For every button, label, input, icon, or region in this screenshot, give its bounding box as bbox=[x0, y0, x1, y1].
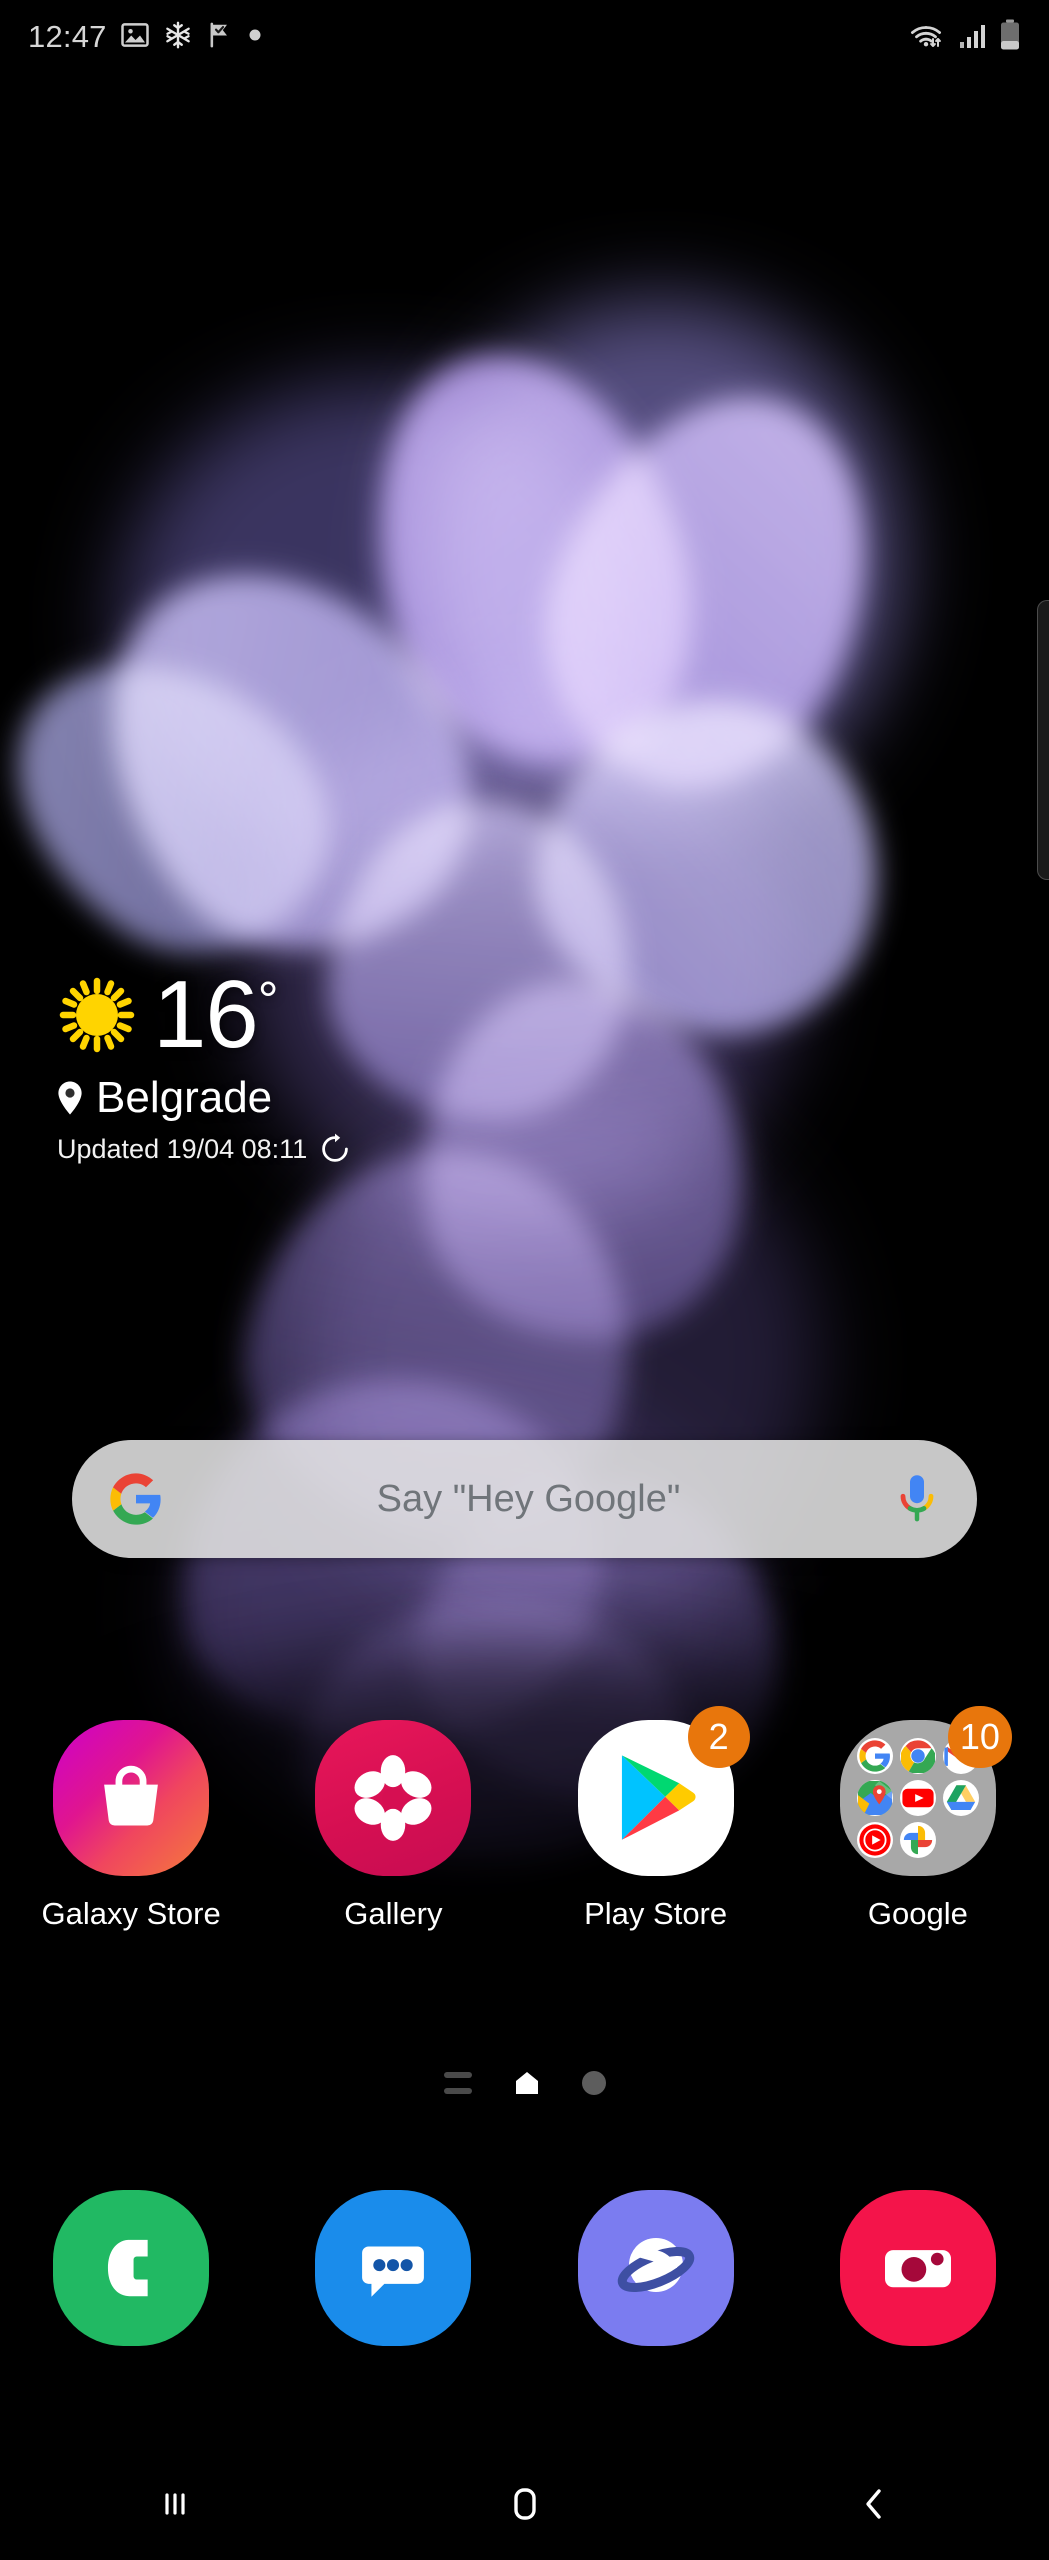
weather-location-row: Belgrade bbox=[55, 1073, 351, 1123]
galaxy-store-icon-wrap bbox=[53, 1720, 210, 1876]
degree-symbol: ° bbox=[257, 972, 279, 1031]
microphone-icon[interactable] bbox=[893, 1471, 941, 1527]
status-bar-left: 12:47 bbox=[28, 19, 263, 55]
location-pin-icon bbox=[55, 1080, 85, 1116]
refresh-icon[interactable] bbox=[319, 1133, 351, 1165]
maps-icon bbox=[856, 1780, 893, 1816]
google-folder-icon-wrap: 10 bbox=[839, 1706, 1012, 1876]
dock-app-camera[interactable] bbox=[787, 2190, 1049, 2346]
galaxy-store-icon bbox=[53, 1720, 210, 1876]
home-icon[interactable] bbox=[350, 2448, 700, 2560]
weather-updated-text: Updated 19/04 08:11 bbox=[57, 1133, 308, 1164]
app-label: Google bbox=[867, 1896, 968, 1931]
app-label: Play Store bbox=[584, 1896, 728, 1931]
phone-icon bbox=[53, 2190, 210, 2346]
page-indicator bbox=[0, 2070, 1049, 2096]
cellular-signal-icon bbox=[958, 20, 988, 55]
dock bbox=[0, 2190, 1049, 2346]
youtube-icon bbox=[899, 1780, 936, 1816]
wallpaper bbox=[0, 0, 1049, 2560]
photos-icon bbox=[899, 1822, 936, 1858]
sun-icon bbox=[47, 965, 147, 1065]
app-google-folder[interactable]: 10 Google bbox=[787, 1706, 1049, 1932]
youtube-music-icon bbox=[856, 1822, 893, 1858]
status-bar: 12:47 bbox=[0, 0, 1049, 74]
navigation-bar bbox=[0, 2448, 1049, 2560]
messages-icon bbox=[315, 2190, 472, 2346]
weather-updated-row: Updated 19/04 08:11 bbox=[57, 1133, 351, 1165]
app-play-store[interactable]: 2 Play Store bbox=[525, 1706, 787, 1932]
dock-app-internet[interactable] bbox=[525, 2190, 787, 2346]
weather-widget[interactable]: 16 ° Belgrade Updated 19/04 08:11 bbox=[47, 965, 351, 1165]
samsung-internet-icon bbox=[577, 2190, 734, 2346]
search-placeholder-text: Say "Hey Google" bbox=[376, 1477, 681, 1520]
app-grid: Galaxy Store Gallery 2 Play Store 10 Goo… bbox=[0, 1706, 1049, 1932]
dock-app-phone[interactable] bbox=[0, 2190, 262, 2346]
temperature-value: 16 bbox=[153, 961, 259, 1069]
google-folder-badge: 10 bbox=[947, 1706, 1012, 1768]
app-label: Galaxy Store bbox=[41, 1896, 221, 1931]
snowflake-icon bbox=[163, 20, 193, 55]
app-galaxy-store[interactable]: Galaxy Store bbox=[0, 1720, 262, 1932]
weather-city: Belgrade bbox=[96, 1073, 273, 1122]
play-store-badge: 2 bbox=[687, 1706, 750, 1768]
drive-icon bbox=[943, 1780, 980, 1816]
app-label: Gallery bbox=[344, 1896, 443, 1931]
google-g-icon bbox=[108, 1471, 164, 1527]
back-icon[interactable] bbox=[699, 2448, 1049, 2560]
page-dot[interactable] bbox=[581, 2071, 606, 2095]
recents-icon[interactable] bbox=[0, 2448, 350, 2560]
play-store-icon-wrap: 2 bbox=[577, 1706, 750, 1876]
gallery-icon-wrap bbox=[315, 1720, 472, 1876]
apps-page-icon[interactable] bbox=[443, 2072, 472, 2094]
google-search-bar[interactable]: Say "Hey Google" bbox=[72, 1440, 977, 1558]
battery-icon bbox=[999, 19, 1021, 56]
image-icon bbox=[120, 20, 150, 55]
weather-main-row: 16 ° bbox=[47, 965, 351, 1065]
home-screen: 12:47 16 ° Belgrade Updated 19/04 08:11 … bbox=[0, 0, 1049, 2560]
flag-check-icon bbox=[206, 21, 234, 54]
edge-panel-handle[interactable] bbox=[1037, 600, 1049, 880]
wifi-data-icon bbox=[907, 19, 947, 56]
status-clock: 12:47 bbox=[28, 19, 107, 54]
home-page-icon[interactable] bbox=[514, 2070, 540, 2096]
dot-icon bbox=[247, 27, 263, 48]
camera-icon bbox=[839, 2190, 996, 2346]
temperature-reading: 16 ° bbox=[153, 961, 279, 1069]
chrome-icon bbox=[899, 1738, 936, 1774]
google-search-icon bbox=[856, 1738, 893, 1774]
app-gallery[interactable]: Gallery bbox=[262, 1720, 524, 1932]
status-bar-right bbox=[907, 19, 1021, 56]
gallery-icon bbox=[315, 1720, 472, 1876]
dock-app-messages[interactable] bbox=[262, 2190, 524, 2346]
